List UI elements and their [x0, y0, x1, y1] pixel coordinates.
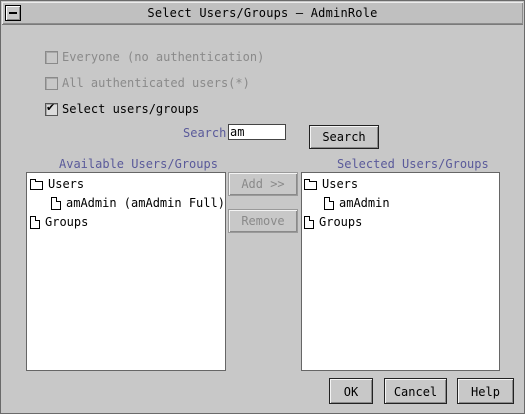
available-amadmin-node[interactable]: amAdmin (amAdmin Full): [51, 195, 225, 211]
document-icon: [324, 196, 334, 210]
selected-users-label: Users: [322, 177, 359, 191]
selected-groups-label: Groups: [319, 215, 363, 229]
selected-users-node[interactable]: Users: [304, 176, 358, 192]
all-authenticated-checkbox[interactable]: [45, 76, 58, 90]
dialog-window: Select Users/Groups — AdminRole Everyone…: [0, 0, 525, 414]
folder-icon: [304, 178, 318, 190]
everyone-option[interactable]: Everyone (no authentication): [45, 49, 264, 65]
window-title: Select Users/Groups — AdminRole: [147, 6, 378, 20]
search-label: Search:: [183, 126, 234, 140]
help-button[interactable]: Help: [457, 378, 514, 404]
available-groups-node[interactable]: Groups: [30, 214, 88, 230]
add-button[interactable]: Add >>: [228, 172, 298, 196]
select-users-label: Select users/groups: [62, 102, 200, 116]
all-authenticated-label: All authenticated users(*): [62, 76, 250, 90]
select-users-option[interactable]: Select users/groups: [45, 101, 199, 117]
document-icon: [304, 215, 314, 229]
selected-amadmin-label: amAdmin: [339, 196, 390, 210]
document-icon: [51, 196, 61, 210]
selected-groups-node[interactable]: Groups: [304, 214, 362, 230]
available-list[interactable]: Users amAdmin (amAdmin Full) Groups: [26, 172, 226, 371]
available-groups-label: Groups: [45, 215, 89, 229]
available-amadmin-label: amAdmin (amAdmin Full): [66, 196, 225, 210]
select-users-checkbox[interactable]: [45, 101, 58, 116]
all-authenticated-option[interactable]: All authenticated users(*): [45, 75, 250, 91]
available-users-label: Users: [48, 177, 85, 191]
selected-label: Selected Users/Groups: [337, 157, 489, 171]
document-icon: [30, 215, 40, 229]
available-label: Available Users/Groups: [59, 157, 218, 171]
available-users-node[interactable]: Users: [30, 176, 84, 192]
title-bar[interactable]: Select Users/Groups — AdminRole: [2, 2, 523, 25]
search-button[interactable]: Search: [309, 125, 379, 149]
folder-icon: [30, 178, 44, 190]
ok-button[interactable]: OK: [329, 378, 373, 404]
cancel-button[interactable]: Cancel: [384, 378, 447, 404]
search-input[interactable]: [228, 124, 286, 140]
everyone-checkbox[interactable]: [45, 50, 58, 64]
everyone-label: Everyone (no authentication): [62, 50, 265, 64]
selected-amadmin-node[interactable]: amAdmin: [324, 195, 390, 211]
remove-button[interactable]: Remove: [228, 209, 298, 233]
selected-list[interactable]: Users amAdmin Groups: [301, 172, 500, 371]
